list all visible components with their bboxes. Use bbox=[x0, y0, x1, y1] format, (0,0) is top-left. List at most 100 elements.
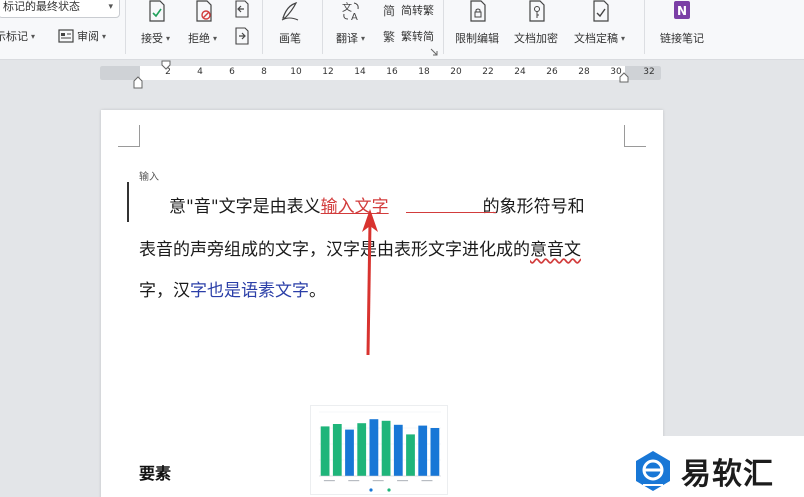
review-pane-icon bbox=[58, 29, 74, 43]
encrypt-doc-button[interactable]: 文档加密 bbox=[514, 0, 558, 46]
watermark-logo-icon bbox=[636, 451, 670, 491]
show-markup-button[interactable]: 显示标记 ▾ bbox=[0, 28, 35, 44]
chart-bar bbox=[345, 429, 354, 476]
margin-corner-mark bbox=[624, 125, 646, 147]
text-after-insertion: 的象形符号和 bbox=[482, 197, 585, 217]
line-3-text: 字，汉 bbox=[139, 281, 190, 301]
margin-corner-mark bbox=[118, 125, 140, 147]
restrict-edit-label: 限制编辑 bbox=[455, 32, 499, 45]
paragraph-line-1[interactable]: 意"音"文字是由表义输入文字 的象形符号和 bbox=[169, 192, 585, 217]
chart-category-tick bbox=[372, 480, 384, 482]
chart-category-tick bbox=[397, 480, 409, 482]
ruler-tick-label: 18 bbox=[418, 67, 430, 77]
simplified-char-icon: 繁 bbox=[383, 29, 395, 43]
translate-button[interactable]: 文A 翻译 ▾ bbox=[336, 0, 365, 46]
ribbon-divider bbox=[644, 0, 645, 54]
chart-bar bbox=[369, 419, 379, 476]
chart-bar bbox=[393, 424, 403, 476]
to-traditional-label: 简转繁 bbox=[401, 4, 434, 17]
next-change-icon[interactable] bbox=[233, 27, 251, 45]
accept-doc-icon bbox=[148, 0, 165, 22]
to-simplified-label: 繁转简 bbox=[401, 30, 434, 43]
paragraph-line-2[interactable]: 表音的声旁组成的文字，汉字是由表形文字进化成的意音文 bbox=[139, 235, 581, 260]
accept-button[interactable]: 接受 ▾ bbox=[141, 0, 170, 46]
ruler-tick-label: 24 bbox=[514, 67, 526, 77]
ruler-tick-label: 32 bbox=[643, 67, 655, 77]
restrict-edit-button[interactable]: 限制编辑 bbox=[455, 0, 499, 46]
pen-label: 画笔 bbox=[279, 32, 301, 45]
finalize-doc-icon bbox=[592, 0, 609, 22]
chevron-down-icon: ▾ bbox=[166, 33, 171, 43]
group-expand-icon[interactable] bbox=[430, 48, 438, 56]
chevron-down-icon: ▾ bbox=[213, 33, 218, 43]
watermark-text: 易软汇 bbox=[681, 457, 774, 492]
ruler-tick-label: 10 bbox=[290, 67, 302, 77]
reject-button[interactable]: 拒绝 ▾ bbox=[188, 0, 217, 46]
review-pane-button[interactable]: 审阅 ▾ bbox=[58, 28, 106, 44]
chart-category-tick bbox=[421, 480, 433, 482]
revised-text[interactable]: 字也是语素文字 bbox=[190, 281, 309, 301]
link-notes-label: 链接笔记 bbox=[660, 32, 704, 45]
markup-state-select[interactable]: 标记的最终状态 ▾ bbox=[0, 0, 120, 18]
finalize-doc-label: 文档定稿 bbox=[574, 32, 618, 45]
ribbon-divider bbox=[125, 0, 126, 54]
previous-change-icon[interactable] bbox=[233, 0, 251, 18]
left-indent-marker-icon[interactable] bbox=[133, 76, 143, 90]
ribbon-divider bbox=[443, 0, 444, 54]
chart-bar bbox=[406, 434, 415, 476]
inserted-text[interactable]: 输入文字 bbox=[321, 197, 389, 217]
pen-button[interactable]: 画笔 bbox=[279, 0, 301, 46]
text-before-insertion: 意"音"文字是由表义 bbox=[169, 197, 321, 217]
chart-bar bbox=[418, 425, 428, 476]
finalize-doc-button[interactable]: 文档定稿 ▾ bbox=[574, 0, 625, 46]
ruler-tick-label: 20 bbox=[450, 67, 462, 77]
right-indent-marker-icon[interactable] bbox=[619, 72, 629, 84]
chevron-down-icon: ▾ bbox=[108, 2, 113, 12]
encrypt-doc-label: 文档加密 bbox=[514, 32, 558, 45]
ruler-tick-label: 16 bbox=[386, 67, 398, 77]
chart-bar bbox=[430, 428, 440, 476]
reject-doc-icon bbox=[195, 0, 212, 22]
ribbon-divider bbox=[322, 0, 323, 54]
first-line-indent-marker-icon[interactable] bbox=[161, 60, 171, 70]
chevron-down-icon: ▾ bbox=[621, 33, 626, 43]
review-ribbon: 标记的最终状态 ▾ 显示标记 ▾ 审阅 ▾ 接受▾ 拒绝▾ 画笔 文A 翻译▾ … bbox=[0, 0, 804, 60]
ruler-tick-label: 6 bbox=[229, 67, 235, 77]
chevron-down-icon: ▾ bbox=[31, 31, 36, 41]
ribbon-divider bbox=[262, 0, 263, 54]
insertion-underline bbox=[406, 212, 496, 213]
markup-state-value: 标记的最终状态 bbox=[3, 0, 80, 13]
watermark: 易软汇 bbox=[633, 445, 804, 497]
paragraph-line-3[interactable]: 字，汉字也是语素文字。 bbox=[139, 276, 326, 301]
chart-legend-swatch bbox=[369, 488, 373, 492]
ruler-tick-label: 8 bbox=[261, 67, 267, 77]
ruler-tick-label: 4 bbox=[197, 67, 203, 77]
restrict-edit-icon bbox=[470, 0, 486, 22]
revision-tag: 输入 bbox=[139, 172, 159, 183]
horizontal-ruler[interactable]: 2 4 6 8 10 12 14 16 18 20 22 24 26 28 30 32 bbox=[100, 66, 661, 80]
onenote-icon: N bbox=[674, 1, 690, 19]
traditional-char-icon: 简 bbox=[383, 4, 395, 17]
review-pane-label: 审阅 bbox=[77, 30, 99, 43]
accept-label: 接受 bbox=[141, 32, 163, 45]
chart-bar bbox=[357, 423, 367, 476]
document-page[interactable]: 输入 意"音"文字是由表义输入文字 的象形符号和 表音的声旁组成的文字，汉字是由表… bbox=[101, 110, 663, 497]
chart-category-tick bbox=[348, 480, 360, 482]
translate-label: 翻译 bbox=[336, 32, 358, 45]
link-notes-button[interactable]: N 链接笔记 bbox=[660, 0, 704, 46]
spellcheck-flagged-text[interactable]: 意音文 bbox=[530, 240, 581, 260]
to-traditional-button[interactable]: 简 简转繁 bbox=[383, 2, 434, 18]
svg-text:N: N bbox=[677, 4, 687, 18]
chart-bar bbox=[320, 426, 330, 476]
translate-icon: 文A bbox=[342, 1, 359, 22]
line-2-text: 表音的声旁组成的文字，汉字是由表形文字进化成的 bbox=[139, 240, 530, 260]
chevron-down-icon: ▾ bbox=[102, 31, 107, 41]
chart-bar bbox=[332, 424, 342, 476]
embedded-chart[interactable] bbox=[310, 405, 448, 495]
chart-legend-swatch bbox=[387, 488, 391, 492]
ruler-tick-label: 26 bbox=[546, 67, 558, 77]
ruler-tick-label: 28 bbox=[578, 67, 590, 77]
to-simplified-button[interactable]: 繁 繁转简 bbox=[383, 28, 434, 44]
line-3-end: 。 bbox=[309, 281, 326, 301]
section-heading: 要素 bbox=[139, 464, 172, 483]
